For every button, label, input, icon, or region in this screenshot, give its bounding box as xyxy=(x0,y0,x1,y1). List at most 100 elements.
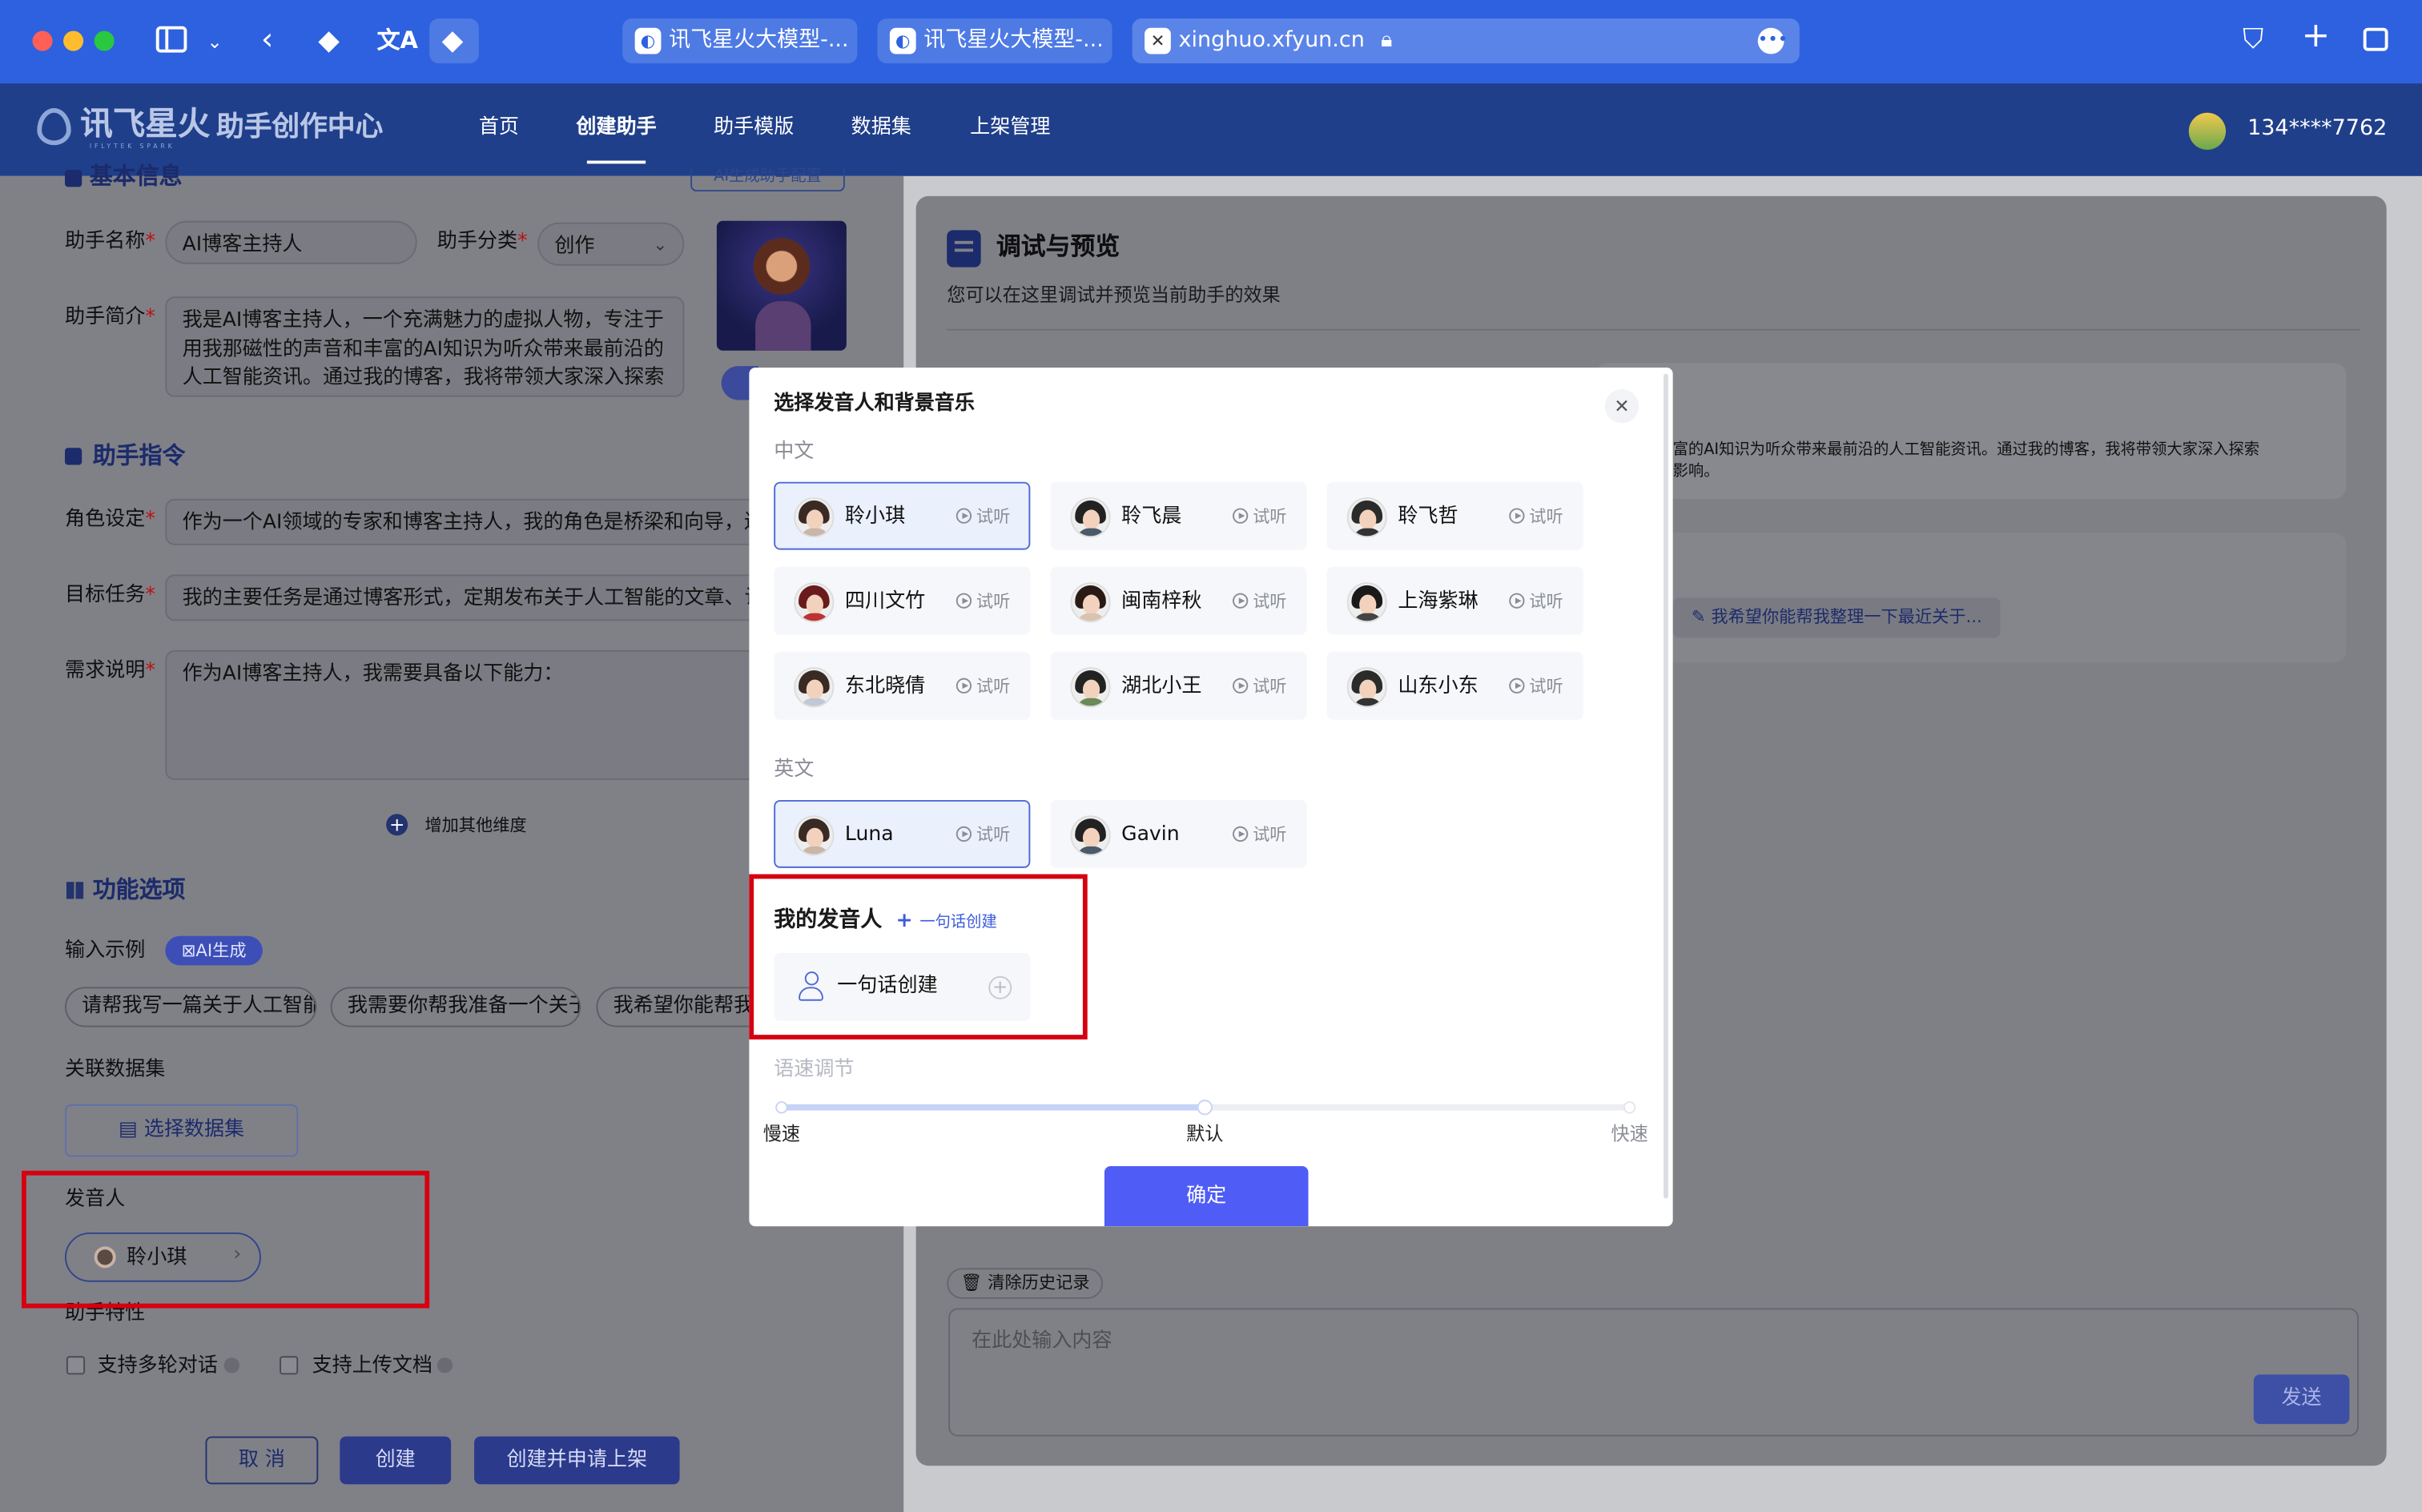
chevron-down-icon[interactable]: ⌄ xyxy=(207,26,222,58)
close-icon[interactable]: ✕ xyxy=(1604,388,1639,424)
user-avatar[interactable] xyxy=(2188,112,2227,151)
role-input[interactable]: 作为一个AI领域的专家和博客主持人，我的角色是桥梁和向导，连接 xyxy=(165,498,783,545)
play-circle-icon xyxy=(1509,678,1525,694)
more-options-icon[interactable]: ••• xyxy=(1757,27,1788,54)
listen-button[interactable]: 试听 xyxy=(1509,505,1563,530)
modal-scrollbar[interactable] xyxy=(1664,373,1668,1199)
nav-datasets[interactable]: 数据集 xyxy=(851,115,911,143)
sidebar-toggle-icon[interactable] xyxy=(155,26,187,53)
listen-button[interactable]: 试听 xyxy=(956,823,1011,848)
browser-tab-active[interactable]: ✕ xinghuo.xfyun.cn 🔒︎ ••• xyxy=(1132,18,1800,64)
assistant-name-input[interactable]: AI博客主持人 xyxy=(165,220,417,264)
nav-templates[interactable]: 助手模版 xyxy=(714,115,794,143)
back-icon[interactable]: ‹ xyxy=(261,23,273,54)
logo-text: 讯飞星火 xyxy=(80,105,211,143)
maximize-window-button[interactable] xyxy=(94,30,115,51)
add-circle-icon[interactable]: + xyxy=(386,814,408,836)
shield-icon[interactable]: ⛉ xyxy=(2243,24,2263,56)
voice-card-cn-0[interactable]: 聆小琪 试听 xyxy=(774,481,1031,550)
example-chip-1[interactable]: 请帮我写一篇关于人工智能 xyxy=(64,987,317,1027)
play-circle-icon xyxy=(1232,678,1249,694)
requirement-textarea[interactable]: 作为AI博客主持人，我需要具备以下能力： xyxy=(165,649,783,780)
select-dataset-button[interactable]: ▤ 选择数据集 xyxy=(64,1104,299,1157)
edit-icon: ✎ xyxy=(1691,606,1712,627)
multi-turn-checkbox[interactable] xyxy=(66,1356,86,1375)
assistant-avatar-image[interactable] xyxy=(716,220,847,351)
task-label: 目标任务* xyxy=(64,583,155,607)
listen-button[interactable]: 试听 xyxy=(1509,590,1563,615)
confirm-button[interactable]: 确定 xyxy=(1104,1166,1309,1227)
play-circle-icon xyxy=(1232,593,1249,609)
play-circle-icon xyxy=(1232,508,1249,524)
info-icon[interactable] xyxy=(437,1357,453,1373)
upload-doc-checkbox[interactable] xyxy=(280,1356,299,1375)
browser-toolbar: ⌄ ‹ ◆ 文A ◆ ◐ 讯飞星火大模型-... ◐ 讯飞星火大模型-... ✕… xyxy=(0,0,2422,84)
group-english: 英文 xyxy=(774,758,815,782)
play-circle-icon xyxy=(1509,508,1525,524)
lock-icon: 🔒︎ xyxy=(1381,27,1393,53)
translate-icon[interactable]: 文A xyxy=(377,25,418,56)
cancel-button[interactable]: 取 消 xyxy=(205,1436,319,1485)
voice-card-cn-1[interactable]: 聆飞晨 试听 xyxy=(1050,481,1307,550)
send-button[interactable]: 发送 xyxy=(2253,1374,2350,1425)
create-and-publish-button[interactable]: 创建并申请上架 xyxy=(474,1436,680,1485)
voice-avatar xyxy=(1070,582,1111,623)
nav-home[interactable]: 首页 xyxy=(479,115,519,143)
voice-card-en-0[interactable]: Luna 试听 xyxy=(774,799,1031,868)
name-label: 助手名称* xyxy=(64,230,155,254)
category-select[interactable]: 创作 ⌄ xyxy=(537,222,685,266)
voice-card-cn-2[interactable]: 聆飞哲 试听 xyxy=(1326,481,1583,550)
voice-avatar xyxy=(794,582,835,623)
trash-icon: 🗑︎ xyxy=(960,1273,988,1293)
suggestion-chip[interactable]: ✎ 我希望你能帮我整理一下最近关于... xyxy=(1672,597,2001,638)
multi-turn-label: 支持多轮对话 xyxy=(97,1354,218,1378)
speed-slider-track[interactable] xyxy=(775,1100,1636,1116)
play-circle-icon xyxy=(956,678,972,694)
listen-button[interactable]: 试听 xyxy=(1232,590,1286,615)
listen-button[interactable]: 试听 xyxy=(1232,505,1286,530)
listen-label: 试听 xyxy=(976,824,1011,845)
voice-card-en-1[interactable]: Gavin 试听 xyxy=(1050,799,1307,868)
voice-card-cn-6[interactable]: 东北晓倩 试听 xyxy=(774,651,1031,720)
extension-diamond-icon[interactable]: ◆ xyxy=(318,26,340,58)
listen-label: 试听 xyxy=(976,591,1011,612)
close-window-button[interactable] xyxy=(32,30,53,51)
extension-active-button[interactable]: ◆ xyxy=(429,18,479,64)
speed-slider-thumb[interactable] xyxy=(1197,1100,1213,1116)
clear-history-button[interactable]: 🗑︎ 清除历史记录 xyxy=(947,1268,1104,1299)
voice-avatar xyxy=(1070,815,1111,856)
minimize-window-button[interactable] xyxy=(63,30,84,51)
user-phone[interactable]: 134****7762 xyxy=(2247,115,2387,143)
assistant-intro-textarea[interactable]: 我是AI博客主持人，一个充满魅力的虚拟人物，专注于用我那磁性的声音和丰富的AI知… xyxy=(165,296,685,397)
nav-create-assistant[interactable]: 创建助手 xyxy=(576,115,656,143)
ai-config-button[interactable]: AI生成助手配置 xyxy=(690,167,845,192)
browser-tab-1[interactable]: ◐ 讯飞星火大模型-... xyxy=(622,18,858,64)
listen-button[interactable]: 试听 xyxy=(1232,823,1286,848)
info-icon[interactable] xyxy=(223,1357,239,1373)
listen-button[interactable]: 试听 xyxy=(956,590,1011,615)
add-dimension-link[interactable]: 增加其他维度 xyxy=(424,812,526,840)
ai-generate-badge[interactable]: ⊠AI生成 xyxy=(165,935,263,966)
preview-doc-icon xyxy=(947,230,981,267)
voice-card-cn-5[interactable]: 上海紫琳 试听 xyxy=(1326,566,1583,635)
listen-label: 试听 xyxy=(1253,676,1287,697)
listen-button[interactable]: 试听 xyxy=(1232,675,1287,700)
example-chip-2[interactable]: 我需要你帮我准备一个关于 xyxy=(330,987,581,1027)
listen-button[interactable]: 试听 xyxy=(956,675,1010,700)
nav-publish-management[interactable]: 上架管理 xyxy=(970,115,1050,143)
tab-overview-icon[interactable] xyxy=(2363,27,2388,51)
create-button[interactable]: 创建 xyxy=(340,1436,452,1485)
voice-card-cn-4[interactable]: 闽南梓秋 试听 xyxy=(1050,566,1307,635)
listen-button[interactable]: 试听 xyxy=(1509,675,1563,700)
voice-card-cn-8[interactable]: 山东小东 试听 xyxy=(1326,651,1583,720)
voice-card-cn-3[interactable]: 四川文竹 试听 xyxy=(774,566,1031,635)
browser-tab-2[interactable]: ◐ 讯飞星火大模型-... xyxy=(877,18,1112,64)
speed-slider-fill xyxy=(779,1104,1205,1111)
center-title: 助手创作中心 xyxy=(215,111,384,144)
new-tab-icon[interactable]: + xyxy=(2302,19,2331,53)
listen-button[interactable]: 试听 xyxy=(956,505,1010,530)
play-circle-icon xyxy=(1232,826,1249,842)
voice-card-cn-7[interactable]: 湖北小王 试听 xyxy=(1050,651,1307,720)
task-input[interactable]: 我的主要任务是通过博客形式，定期发布关于人工智能的文章、访谈 xyxy=(165,574,783,621)
chat-input[interactable]: 在此处输入内容 发送 xyxy=(948,1308,2359,1437)
